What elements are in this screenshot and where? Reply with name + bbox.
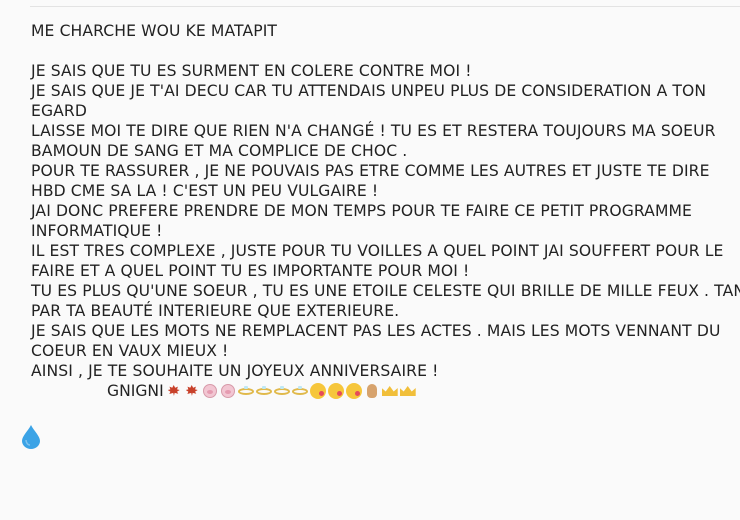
message-line: HBD CME SA LA ! C'EST UN PEU VULGAIRE ! bbox=[31, 182, 379, 200]
message-line: EGARD bbox=[31, 102, 87, 120]
ring-icon bbox=[255, 383, 273, 399]
message-line: TU ES PLUS QU'UNE SOEUR , TU ES UNE ETOI… bbox=[31, 282, 740, 300]
message-line: JE SAIS QUE LES MOTS NE REMPLACENT PAS L… bbox=[31, 322, 721, 340]
signature-line: GNIGNI bbox=[107, 381, 417, 401]
maple-leaf-icon bbox=[165, 383, 183, 399]
message-line: POUR TE RASSURER , JE NE POUVAIS PAS ETR… bbox=[31, 162, 710, 180]
message-line: JAI DONC PREFERE PRENDRE DE MON TEMPS PO… bbox=[31, 202, 693, 220]
crown-icon bbox=[399, 383, 417, 399]
water-drop-svg bbox=[22, 425, 40, 449]
crown-icon bbox=[381, 383, 399, 399]
message-screen: ME CHARCHE WOU KE MATAPIT JE SAIS QUE TU… bbox=[0, 0, 740, 520]
pig-face-icon bbox=[219, 383, 237, 399]
message-line: ME CHARCHE WOU KE MATAPIT bbox=[31, 22, 278, 40]
ring-icon bbox=[291, 383, 309, 399]
kissing-face-icon bbox=[309, 383, 327, 399]
maple-leaf-icon bbox=[183, 383, 201, 399]
message-line: INFORMATIQUE ! bbox=[31, 222, 163, 240]
message-body: ME CHARCHE WOU KE MATAPIT JE SAIS QUE TU… bbox=[31, 21, 740, 381]
message-line: JE SAIS QUE TU ES SURMENT EN COLERE CONT… bbox=[31, 62, 472, 80]
signature-name: GNIGNI bbox=[107, 382, 164, 400]
message-line: FAIRE ET A QUEL POINT TU ES IMPORTANTE P… bbox=[31, 262, 470, 280]
message-line: AINSI , JE TE SOUHAITE UN JOYEUX ANNIVER… bbox=[31, 362, 439, 380]
message-line: BAMOUN DE SANG ET MA COMPLICE DE CHOC . bbox=[31, 142, 408, 160]
kissing-face-icon bbox=[345, 383, 363, 399]
signature-emojis bbox=[165, 383, 417, 399]
hand-icon bbox=[363, 383, 381, 399]
water-drop-icon[interactable] bbox=[20, 423, 42, 449]
top-divider bbox=[30, 6, 740, 7]
pig-face-icon bbox=[201, 383, 219, 399]
ring-icon bbox=[237, 383, 255, 399]
kissing-face-icon bbox=[327, 383, 345, 399]
message-line: PAR TA BEAUTÉ INTERIEURE QUE EXTERIEURE. bbox=[31, 302, 400, 320]
message-line: LAISSE MOI TE DIRE QUE RIEN N'A CHANGÉ !… bbox=[31, 122, 716, 140]
ring-icon bbox=[273, 383, 291, 399]
message-line: JE SAIS QUE JE T'AI DECU CAR TU ATTENDAI… bbox=[31, 82, 707, 100]
message-line: COEUR EN VAUX MIEUX ! bbox=[31, 342, 229, 360]
message-line: IL EST TRES COMPLEXE , JUSTE POUR TU VOI… bbox=[31, 242, 724, 260]
